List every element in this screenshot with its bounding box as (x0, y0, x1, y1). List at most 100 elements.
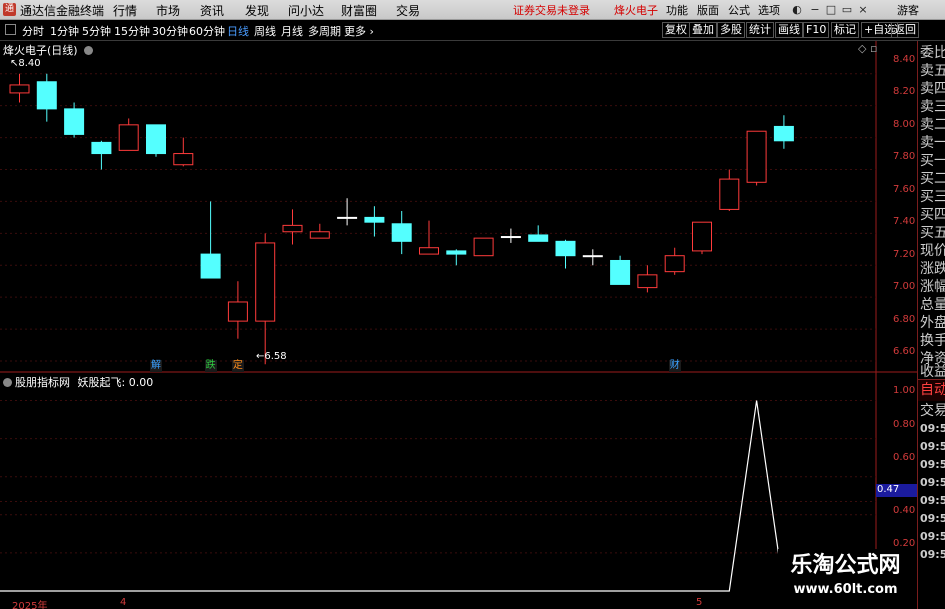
user-label[interactable]: 游客 (897, 2, 919, 18)
restore-icon[interactable]: ▭ (840, 2, 854, 17)
x-label-year: 2025年 (12, 601, 48, 609)
candle-body (200, 253, 221, 279)
info-label: 换手 (920, 333, 945, 349)
trade-time: 09:58 (920, 512, 945, 525)
chart-area[interactable] (0, 41, 917, 597)
candle[interactable] (610, 255, 631, 285)
indicator-value: 妖股起飞: 0.00 (77, 376, 154, 389)
menu-functions[interactable]: 功能 (666, 2, 688, 18)
trade-time: 09:58 (920, 548, 945, 561)
candle-body (692, 221, 712, 252)
menu-market[interactable]: 市场 (156, 2, 180, 19)
info-label: 买二 (920, 171, 945, 187)
overlay-button[interactable]: 叠加 (689, 22, 717, 38)
back-button[interactable]: 返回 (891, 22, 919, 38)
menu-assistant[interactable]: 问小达 (288, 2, 324, 19)
stock-name-title: 烽火电子 (614, 4, 658, 17)
draw-line-button[interactable]: 画线 (775, 22, 803, 38)
tab-60min[interactable]: 60分钟 (189, 23, 225, 39)
minimize-icon[interactable]: − (808, 2, 822, 17)
auto-trade-section[interactable]: 自动 (918, 379, 945, 401)
f10-button[interactable]: F10 (803, 22, 830, 38)
auto-label: 自动 (920, 382, 945, 398)
indicator-cursor-marker: 0.47 (876, 484, 917, 497)
high-price-label: ↖8.40 (10, 58, 41, 69)
candle-body (91, 141, 112, 155)
menu-trade[interactable]: 交易 (396, 2, 420, 19)
info-label: 卖一 (920, 135, 945, 151)
indicator-name: 股朋指标网 (15, 376, 70, 389)
indicator-label: 股朋指标网 妖股起飞: 0.00 (3, 374, 153, 390)
y-tick: 7.80 (893, 151, 916, 162)
x-label-april: 4 (120, 597, 127, 608)
multi-stock-button[interactable]: 多股 (717, 22, 745, 38)
event-marker[interactable]: 财 (668, 360, 681, 372)
info-label: 买四 (920, 207, 945, 223)
y-tick: 8.00 (893, 119, 916, 130)
trade-label[interactable]: 交易 (920, 403, 945, 419)
menu-wealth-circle[interactable]: 财富圈 (341, 2, 377, 19)
app-title: 通达信金融终端 (20, 4, 105, 18)
event-marker[interactable]: 跌 (204, 360, 217, 372)
tab-more[interactable]: 更多 › (344, 23, 374, 39)
trade-time: 09:58 (920, 476, 945, 489)
low-price-label: ←6.58 (256, 351, 287, 362)
menu-news[interactable]: 资讯 (200, 2, 224, 19)
candle[interactable] (746, 130, 767, 186)
candle-body (255, 242, 276, 322)
skin-icon[interactable]: ◐ (790, 2, 804, 17)
close-window-icon[interactable]: × (856, 2, 870, 17)
tab-monthly[interactable]: 月线 (281, 23, 303, 39)
tab-15min[interactable]: 15分钟 (114, 23, 150, 39)
candle-body (173, 153, 194, 166)
candle-body (664, 255, 685, 273)
login-notice[interactable]: 证券交易未登录 (513, 2, 590, 18)
tab-weekly[interactable]: 周线 (254, 23, 276, 39)
candle-body (528, 234, 549, 242)
dropdown-circle-icon[interactable] (84, 46, 94, 55)
maximize-icon[interactable]: □ (824, 2, 838, 17)
menu-market-quotes[interactable]: 行情 (113, 2, 137, 19)
menu-layout[interactable]: 版面 (697, 2, 719, 18)
tab-daily[interactable]: 日线 (227, 23, 249, 39)
candle-body (64, 108, 85, 135)
candle-body (473, 237, 494, 257)
candle-body (146, 124, 166, 155)
y-tick: 7.40 (893, 216, 916, 227)
candle-body (337, 216, 358, 219)
candle[interactable] (692, 221, 712, 255)
tab-intraday[interactable]: 分时 (22, 23, 44, 39)
tab-5min[interactable]: 5分钟 (82, 23, 111, 39)
tab-multi-period[interactable]: 多周期 (308, 23, 341, 39)
candle[interactable] (473, 237, 494, 257)
high-price-value: 8.40 (18, 58, 41, 69)
candle-body (9, 84, 30, 94)
low-price-value: 6.58 (264, 351, 287, 362)
mark-button[interactable]: 标记 (831, 22, 859, 38)
trade-time: 09:58 (920, 440, 945, 453)
candle-body (227, 301, 248, 322)
info-label: 收益 (920, 364, 945, 380)
info-label: 外盘 (920, 315, 945, 331)
watermark-logo: 乐淘公式网 www.60lt.com (778, 549, 913, 605)
adjust-button[interactable]: 复权 (662, 22, 690, 38)
tab-30min[interactable]: 30分钟 (152, 23, 188, 39)
tab-1min[interactable]: 1分钟 (50, 23, 79, 39)
candle[interactable] (146, 124, 166, 157)
menu-formula[interactable]: 公式 (728, 2, 750, 18)
indicator-circle-icon[interactable] (3, 378, 12, 387)
candle-body (773, 125, 794, 142)
menu-options[interactable]: 选项 (758, 2, 780, 18)
checkbox-icon[interactable] (5, 24, 16, 35)
y-tick: 7.00 (893, 281, 916, 292)
event-marker[interactable]: 解 (150, 360, 162, 372)
menu-discover[interactable]: 发现 (245, 2, 269, 19)
chart-settings-icon[interactable]: ◇ ▫ (858, 42, 877, 55)
candle-body (637, 274, 658, 289)
statistics-button[interactable]: 统计 (746, 22, 774, 38)
event-marker[interactable]: 定 (231, 360, 244, 372)
info-label: 卖四 (920, 81, 945, 97)
ind-y-tick: 0.20 (893, 538, 916, 549)
info-label: 涨幅 (920, 279, 945, 295)
candle-body (364, 216, 385, 223)
